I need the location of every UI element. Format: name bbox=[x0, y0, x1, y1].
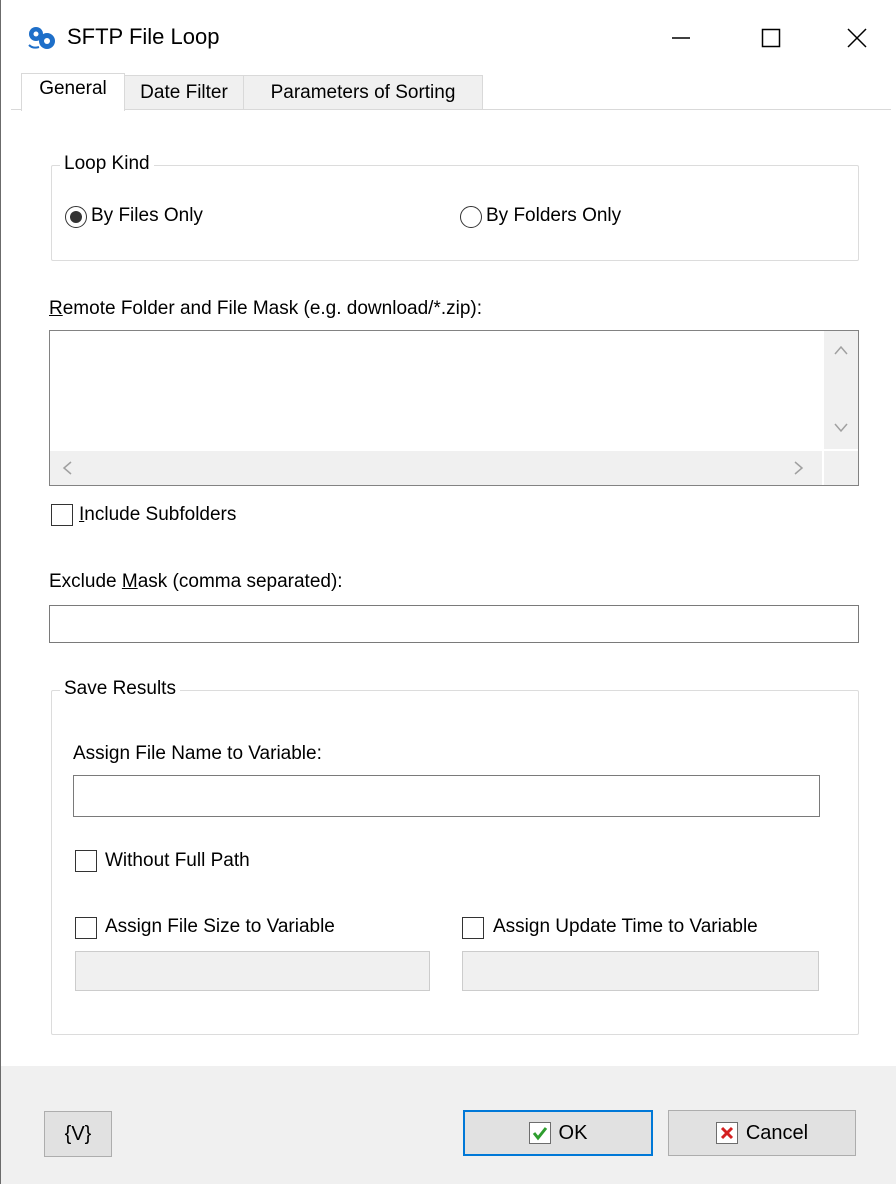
assign-file-size-checkbox[interactable] bbox=[75, 917, 97, 939]
remote-folder-label-text: emote Folder and File Mask (e.g. downloa… bbox=[62, 298, 482, 319]
assign-file-name-label: Assign File Name to Variable: bbox=[73, 743, 322, 764]
without-full-path-checkbox[interactable] bbox=[75, 850, 97, 872]
ok-button-label: OK bbox=[558, 1121, 588, 1144]
scrollbar-corner bbox=[824, 451, 858, 485]
exclude-mask-label-post: ask (comma separated): bbox=[137, 571, 343, 592]
scroll-left-icon bbox=[62, 461, 72, 475]
maximize-button[interactable] bbox=[741, 16, 801, 60]
tab-date-filter[interactable]: Date Filter bbox=[124, 75, 244, 109]
close-icon bbox=[847, 28, 867, 48]
variables-button[interactable]: {V} bbox=[44, 1111, 112, 1157]
remote-folder-label: Remote Folder and File Mask (e.g. downlo… bbox=[49, 298, 482, 320]
close-button[interactable] bbox=[827, 16, 887, 60]
window-title: SFTP File Loop bbox=[67, 24, 220, 49]
scroll-down-icon bbox=[834, 423, 848, 433]
scroll-up-icon bbox=[834, 345, 848, 355]
exclude-mask-label-pre: Exclude bbox=[49, 571, 122, 592]
exclude-mask-input[interactable] bbox=[49, 605, 859, 643]
title-bar: SFTP File Loop bbox=[1, 0, 896, 76]
by-folders-only-label[interactable]: By Folders Only bbox=[486, 205, 621, 227]
exclude-mask-label: Exclude Mask (comma separated): bbox=[49, 571, 343, 593]
without-full-path-label[interactable]: Without Full Path bbox=[105, 850, 250, 872]
assign-file-name-input[interactable] bbox=[73, 775, 820, 817]
exclude-mask-label-accel: M bbox=[121, 571, 138, 592]
sftp-file-loop-dialog: SFTP File Loop General Date Filter Param… bbox=[0, 0, 896, 1184]
cancel-button[interactable]: Cancel bbox=[668, 1110, 856, 1156]
scroll-right-icon bbox=[794, 461, 804, 475]
vertical-scrollbar[interactable] bbox=[824, 331, 858, 449]
by-folders-only-radio[interactable] bbox=[460, 206, 482, 228]
tab-general[interactable]: General bbox=[21, 73, 125, 111]
dialog-footer: {V} OK Cancel bbox=[1, 1066, 896, 1184]
horizontal-scrollbar[interactable] bbox=[50, 451, 822, 485]
general-tab-panel: Loop Kind By Files Only By Folders Only … bbox=[11, 109, 891, 1064]
assign-update-time-input bbox=[462, 951, 819, 991]
maximize-icon bbox=[761, 28, 781, 48]
save-results-legend: Save Results bbox=[60, 678, 180, 700]
include-subfolders-checkbox[interactable] bbox=[51, 504, 73, 526]
loop-kind-legend: Loop Kind bbox=[60, 153, 154, 175]
minimize-button[interactable] bbox=[651, 16, 711, 60]
cross-icon bbox=[715, 1122, 738, 1144]
checkmark-icon bbox=[528, 1122, 551, 1144]
assign-update-time-checkbox[interactable] bbox=[462, 917, 484, 939]
include-subfolders-label-text: nclude Subfolders bbox=[84, 504, 237, 525]
cancel-button-label: Cancel bbox=[745, 1121, 809, 1144]
include-subfolders-label[interactable]: Include Subfolders bbox=[79, 504, 236, 526]
assign-file-size-input bbox=[75, 951, 430, 991]
tab-parameters-of-sorting[interactable]: Parameters of Sorting bbox=[243, 75, 483, 109]
by-files-only-label[interactable]: By Files Only bbox=[91, 205, 203, 227]
ok-button[interactable]: OK bbox=[463, 1110, 653, 1156]
remote-folder-input[interactable] bbox=[49, 330, 859, 486]
minimize-icon bbox=[672, 37, 690, 39]
sftp-gears-icon bbox=[28, 27, 55, 49]
assign-file-size-label[interactable]: Assign File Size to Variable bbox=[105, 916, 335, 938]
tab-strip: General Date Filter Parameters of Sortin… bbox=[11, 73, 891, 111]
by-files-only-radio[interactable] bbox=[65, 206, 87, 228]
assign-update-time-label[interactable]: Assign Update Time to Variable bbox=[493, 916, 758, 938]
remote-folder-label-accel: R bbox=[49, 298, 63, 319]
